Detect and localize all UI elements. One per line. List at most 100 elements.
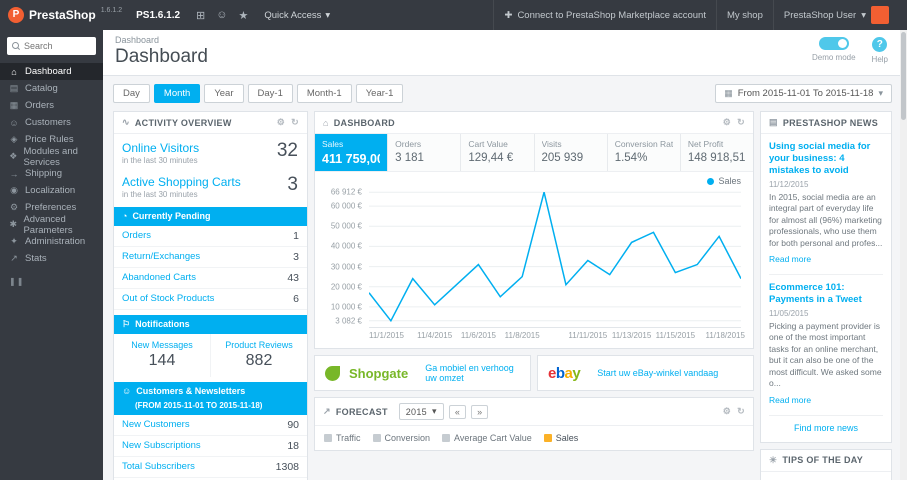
activity-icon: ∿ <box>122 117 130 127</box>
logo-version: 1.6.1.2 <box>100 7 123 14</box>
x-axis-tick: 11/18/2015 <box>705 331 745 340</box>
demo-mode-toggle[interactable] <box>818 37 849 50</box>
kpi-net-profit[interactable]: Net Profit 148 918,51 € <box>680 134 754 171</box>
customers-notifications-icon[interactable]: ☺ <box>216 9 227 22</box>
news-article-date: 11/05/2015 <box>769 308 809 318</box>
y-axis-tick: 40 000 € <box>330 241 362 251</box>
new-messages-cell[interactable]: New Messages 144 <box>114 333 211 377</box>
gear-icon[interactable]: ⚙ <box>277 117 285 128</box>
kpi-strip: Sales 411 759,00 € Orders 3 181 Cart Val… <box>315 134 754 172</box>
messages-notifications-icon[interactable]: ★ <box>238 9 248 22</box>
kpi-visits[interactable]: Visits 205 939 <box>534 134 608 171</box>
panel-title: ACTIVITY OVERVIEW <box>134 117 232 128</box>
forecast-year-select[interactable]: 2015 ▾ <box>398 403 444 420</box>
abandoned-carts-row[interactable]: Abandoned Carts 43 <box>114 268 307 289</box>
filter-day-button[interactable]: Day <box>113 84 150 103</box>
home-icon: ⌂ <box>323 117 329 128</box>
forecast-next-button[interactable]: » <box>471 404 489 419</box>
kpi-sales[interactable]: Sales 411 759,00 € <box>315 134 389 171</box>
read-more-link[interactable]: Read more <box>769 395 811 405</box>
pending-orders-row[interactable]: Orders 1 <box>114 226 307 247</box>
search-input[interactable] <box>24 41 91 51</box>
sidebar-collapse[interactable]: ❚❚ <box>9 277 103 286</box>
sidebar-search <box>7 37 96 55</box>
shopgate-link[interactable]: Ga mobiel en verhoog uw omzet <box>425 363 520 383</box>
kpi-cart-value[interactable]: Cart Value 129,44 € <box>461 134 535 171</box>
sidebar-item-stats[interactable]: ↗ Stats <box>0 250 103 267</box>
news-article-headline[interactable]: Using social media for your business: 4 … <box>769 141 883 177</box>
sidebar-item-administration[interactable]: ✦ Administration <box>0 233 103 250</box>
cart-notifications-icon[interactable]: ⊞ <box>196 9 205 22</box>
quick-access-menu[interactable]: Quick Access ▾ <box>264 10 330 21</box>
x-axis-tick: 11/1/2015 <box>369 331 404 340</box>
ebay-module-card: ebay Start uw eBay-winkel vandaag <box>537 355 754 391</box>
refresh-icon[interactable]: ↻ <box>291 117 299 128</box>
my-shop-link[interactable]: My shop <box>715 0 773 30</box>
sidebar-item-catalog[interactable]: ▤ Catalog <box>0 80 103 97</box>
kpi-orders[interactable]: Orders 3 181 <box>388 134 462 171</box>
breadcrumb[interactable]: Dashboard <box>115 35 888 45</box>
help-button[interactable]: ? <box>872 37 888 52</box>
chart-legend[interactable]: Sales <box>707 176 741 186</box>
scrollbar-track[interactable] <box>900 30 907 480</box>
orders-icon: ▦ <box>9 100 19 110</box>
divider <box>769 273 883 275</box>
sidebar-item-orders[interactable]: ▦ Orders <box>0 97 103 114</box>
sidebar-item-dashboard[interactable]: ⌂ Dashboard <box>0 63 103 80</box>
y-axis-tick: 50 000 € <box>330 221 362 231</box>
gear-icon[interactable]: ⚙ <box>723 406 731 417</box>
filter-day-1-button[interactable]: Day-1 <box>247 84 293 103</box>
marketplace-link[interactable]: ✚ Connect to PrestaShop Marketplace acco… <box>493 0 716 30</box>
active-carts-stat[interactable]: Active Shopping Carts 3 in the last 30 m… <box>114 168 307 202</box>
filter-year-1-button[interactable]: Year-1 <box>355 84 404 103</box>
product-reviews-cell[interactable]: Product Reviews 882 <box>211 334 307 377</box>
customers-newsletters-header: ☺ Customers & Newsletters (FROM 2015-11-… <box>114 381 307 415</box>
read-more-link[interactable]: Read more <box>769 254 811 264</box>
new-subscriptions-row[interactable]: New Subscriptions 18 <box>114 436 307 457</box>
forecast-legend-conversion[interactable]: Conversion <box>372 433 430 443</box>
refresh-icon[interactable]: ↻ <box>737 406 745 417</box>
y-axis-tick: 20 000 € <box>330 282 362 292</box>
prestashop-logo[interactable]: P PrestaShop 1.6.1.2 <box>8 5 122 25</box>
forecast-legend: Traffic Conversion Average Cart Value Sa… <box>315 426 753 450</box>
scrollbar-thumb[interactable] <box>901 32 906 120</box>
sidebar-item-advanced-parameters[interactable]: ✱ Advanced Parameters <box>0 214 103 236</box>
panel-title: PRESTASHOP NEWS <box>782 117 878 128</box>
forecast-legend-traffic[interactable]: Traffic <box>324 433 361 443</box>
kpi-conversion-rate[interactable]: Conversion Rate 1.54% <box>607 134 681 171</box>
sidebar-item-localization[interactable]: ◉ Localization <box>0 182 103 199</box>
total-subscribers-row[interactable]: Total Subscribers 1308 <box>114 457 307 478</box>
forecast-prev-button[interactable]: « <box>448 404 467 419</box>
sidebar: ⌂ Dashboard ▤ Catalog ▦ Orders ☺ Custome… <box>0 30 103 480</box>
filter-year-button[interactable]: Year <box>204 84 244 103</box>
sidebar-item-customers[interactable]: ☺ Customers <box>0 114 103 131</box>
stats-icon: ↗ <box>10 253 18 263</box>
panel-title: DASHBOARD <box>333 117 395 128</box>
news-article-date: 11/12/2015 <box>769 179 809 189</box>
news-article-excerpt: In 2015, social media are an integral pa… <box>769 191 883 248</box>
out-of-stock-row[interactable]: Out of Stock Products 6 <box>114 289 307 310</box>
pending-returns-row[interactable]: Return/Exchanges 3 <box>114 247 307 268</box>
filter-month-button[interactable]: Month <box>153 84 201 103</box>
refresh-icon[interactable]: ↻ <box>737 117 745 128</box>
x-axis-tick: 11/15/2015 <box>655 331 696 340</box>
user-menu[interactable]: PrestaShop User ▾ <box>772 0 899 30</box>
forecast-legend-average-cart-value[interactable]: Average Cart Value <box>442 433 532 443</box>
ebay-link[interactable]: Start uw eBay-winkel vandaag <box>597 368 718 378</box>
sidebar-item-modules[interactable]: ❖ Modules and Services <box>0 146 103 168</box>
find-more-news-link[interactable]: Find more news <box>769 423 883 433</box>
panel-title: FORECAST <box>335 406 388 417</box>
forecast-legend-sales[interactable]: Sales <box>543 433 578 443</box>
new-customers-row[interactable]: New Customers 90 <box>114 415 307 436</box>
sidebar-item-shipping[interactable]: → Shipping <box>0 165 103 182</box>
date-range-picker[interactable]: ▦ From 2015-11-01 To 2015-11-18 ▾ <box>715 84 892 103</box>
filter-month-1-button[interactable]: Month-1 <box>296 84 352 103</box>
y-axis-tick: 60 000 € <box>330 201 362 211</box>
home-icon: ⌂ <box>11 66 17 77</box>
tips-of-the-day-panel: ☀ TIPS OF THE DAY Geef je Sales in het b… <box>760 448 892 480</box>
y-axis-tick: 66 912 € <box>330 187 362 197</box>
gear-icon[interactable]: ⚙ <box>723 117 731 128</box>
news-article-headline[interactable]: Ecommerce 101: Payments in a Tweet <box>769 282 883 306</box>
chevron-down-icon: ▾ <box>431 406 437 416</box>
online-visitors-stat[interactable]: Online Visitors 32 in the last 30 minute… <box>114 134 307 168</box>
